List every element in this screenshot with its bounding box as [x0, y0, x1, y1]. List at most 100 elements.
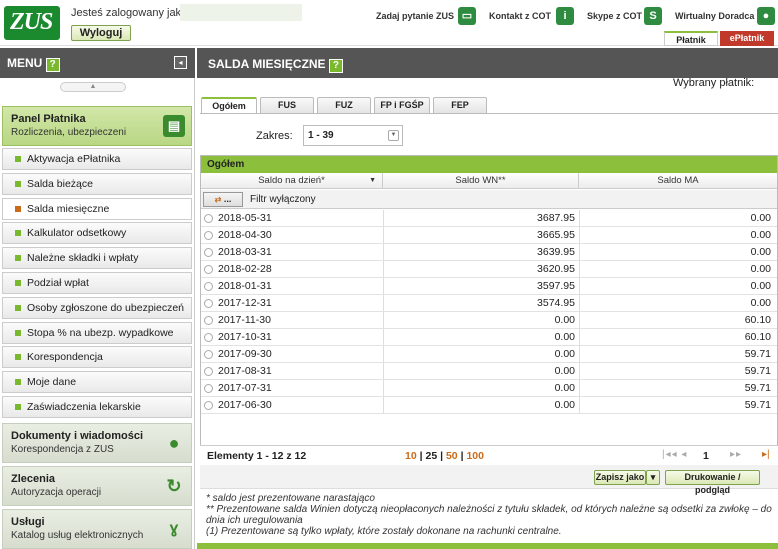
person-icon[interactable]: ● [757, 7, 775, 25]
page-size-25[interactable]: 25 [425, 450, 437, 462]
row-radio[interactable] [204, 248, 213, 257]
panel-title: Panel Płatnika [11, 113, 86, 125]
tab-platnik[interactable]: Płatnik [664, 31, 718, 46]
page-size-10[interactable]: 10 [405, 450, 417, 462]
zus-logo[interactable]: ZUS [4, 6, 60, 40]
row-radio[interactable] [204, 384, 213, 393]
skype-icon[interactable]: S [644, 7, 662, 25]
row-radio[interactable] [204, 350, 213, 359]
footer-bar [197, 543, 778, 549]
column-header-date[interactable]: Saldo na dzień* ▼ [201, 173, 383, 189]
menu-title: MENU ? [7, 56, 60, 72]
save-as-button[interactable]: Zapisz jako [594, 470, 646, 485]
sidebar-item-kalkulator[interactable]: Kalkulator odsetkowy [2, 222, 192, 244]
sidebar: ▲ Panel Płatnika Rozliczenia, ubezpiecze… [0, 78, 195, 549]
row-radio[interactable] [204, 333, 213, 342]
tab-fus[interactable]: FUS [260, 97, 314, 114]
row-radio[interactable] [204, 282, 213, 291]
elements-count: Elementy 1 - 12 z 12 [207, 450, 307, 462]
action-bar: Zapisz jako ▾ Drukowanie / podgląd [200, 465, 778, 495]
table-row[interactable]: 2017-11-30 0.00 60.10 [201, 312, 777, 329]
table-row[interactable]: 2018-01-31 3597.95 0.00 [201, 278, 777, 295]
services-icon: ɣ [169, 520, 179, 537]
table-row[interactable]: 2017-06-30 0.00 59.71 [201, 397, 777, 414]
chevron-down-icon[interactable]: ▼ [388, 130, 399, 141]
bullet-icon [15, 230, 21, 236]
row-radio[interactable] [204, 401, 213, 410]
tab-fep[interactable]: FEP [433, 97, 487, 114]
row-radio[interactable] [204, 214, 213, 223]
panel-zlecenia[interactable]: Zlecenia Autoryzacja operacji ↻ [2, 466, 192, 506]
save-as-dropdown[interactable]: ▾ [646, 470, 660, 485]
tab-divider [200, 113, 778, 114]
sidebar-item-salda-biezace[interactable]: Salda bieżące [2, 173, 192, 195]
chat-icon[interactable]: ▭ [458, 7, 476, 25]
table-row[interactable]: 2017-08-31 0.00 59.71 [201, 363, 777, 380]
column-header-wn[interactable]: Saldo WN** [383, 173, 579, 189]
sidebar-item-label: Należne składki i wpłaty [27, 252, 139, 264]
contact-cot-link[interactable]: Kontakt z COT [489, 11, 551, 21]
row-radio[interactable] [204, 265, 213, 274]
scroll-up-button[interactable]: ▲ [60, 82, 126, 92]
sidebar-item-salda-miesieczne[interactable]: Salda miesięczne [2, 198, 192, 220]
table-row[interactable]: 2017-07-31 0.00 59.71 [201, 380, 777, 397]
sort-desc-icon[interactable]: ▼ [369, 173, 376, 188]
print-preview-button[interactable]: Drukowanie / podgląd [665, 470, 760, 495]
help-icon[interactable]: ? [45, 58, 60, 72]
bullet-icon [15, 206, 21, 212]
logout-button[interactable]: Wyloguj [71, 25, 131, 41]
column-header-ma[interactable]: Saldo MA [579, 173, 777, 189]
row-radio[interactable] [204, 231, 213, 240]
sidebar-item-nalezne[interactable]: Należne składki i wpłaty [2, 247, 192, 269]
tab-fp-fgsp[interactable]: FP i FGŚP [374, 97, 430, 114]
panel-platnika[interactable]: Panel Płatnika Rozliczenia, ubezpieczeni… [2, 106, 192, 146]
footnote: ** Prezentowane salda Winien dotyczą nie… [206, 504, 772, 526]
bullet-icon [15, 280, 21, 286]
panel-title: Zlecenia [11, 473, 56, 485]
sidebar-item-stopa[interactable]: Stopa % na ubezp. wypadkowe [2, 322, 192, 344]
last-page-icon[interactable]: ▸| [762, 449, 770, 460]
page-size-options: 10 | 25 | 50 | 100 [405, 450, 484, 462]
sidebar-item-korespondencja[interactable]: Korespondencja [2, 346, 192, 368]
table-row[interactable]: 2018-03-31 3639.95 0.00 [201, 244, 777, 261]
collapse-menu-icon[interactable]: ◂ [174, 56, 187, 69]
book-icon: ▤ [163, 115, 185, 137]
table-row[interactable]: 2017-12-31 3574.95 0.00 [201, 295, 777, 312]
ask-zus-link[interactable]: Zadaj pytanie ZUS [376, 11, 454, 21]
tab-eplatnik[interactable]: ePłatnik [720, 31, 774, 46]
range-select[interactable]: 1 - 39 ▼ [303, 125, 403, 146]
panel-subtitle: Rozliczenia, ubezpieczeni [11, 127, 127, 138]
info-icon[interactable]: i [556, 7, 574, 25]
virtual-advisor-link[interactable]: Wirtualny Doradca [675, 11, 754, 21]
skype-cot-link[interactable]: Skype z COT [587, 11, 642, 21]
sidebar-item-aktywacja[interactable]: Aktywacja ePłatnika [2, 148, 192, 170]
row-radio[interactable] [204, 316, 213, 325]
table-row[interactable]: 2018-04-30 3665.95 0.00 [201, 227, 777, 244]
table-row[interactable]: 2017-10-31 0.00 60.10 [201, 329, 777, 346]
sidebar-item-zaswiadczenia[interactable]: Zaświadczenia lekarskie [2, 396, 192, 418]
filter-status: Filtr wyłączony [250, 194, 316, 205]
chevron-down-icon: ▾ [650, 472, 656, 482]
range-value: 1 - 39 [308, 130, 334, 141]
tab-fuz[interactable]: FUZ [317, 97, 371, 114]
filter-button[interactable]: ⇄ ... [203, 192, 243, 207]
tab-ogolem[interactable]: Ogółem [201, 97, 257, 114]
sidebar-item-moje-dane[interactable]: Moje dane [2, 371, 192, 393]
help-icon[interactable]: ? [328, 59, 343, 73]
sidebar-item-label: Aktywacja ePłatnika [27, 153, 121, 165]
page-size-100[interactable]: 100 [466, 450, 484, 462]
filter-icon: ⇄ [214, 195, 222, 204]
row-radio[interactable] [204, 367, 213, 376]
panel-dokumenty[interactable]: Dokumenty i wiadomości Korespondencja z … [2, 423, 192, 463]
table-row[interactable]: 2017-09-30 0.00 59.71 [201, 346, 777, 363]
row-radio[interactable] [204, 299, 213, 308]
page-size-50[interactable]: 50 [446, 450, 458, 462]
next-page-icon[interactable]: ▸▸ [730, 449, 742, 460]
table-row[interactable]: 2018-02-28 3620.95 0.00 [201, 261, 777, 278]
current-page[interactable]: 1 [703, 450, 709, 462]
first-prev-page-icon[interactable]: |◂◂ ◂ [662, 449, 687, 460]
panel-uslugi[interactable]: Usługi Katalog usług elektronicznych ɣ [2, 509, 192, 549]
sidebar-item-podzial[interactable]: Podział wpłat [2, 272, 192, 294]
table-row[interactable]: 2018-05-31 3687.95 0.00 [201, 210, 777, 227]
sidebar-item-osoby[interactable]: Osoby zgłoszone do ubezpieczeń [2, 297, 192, 319]
